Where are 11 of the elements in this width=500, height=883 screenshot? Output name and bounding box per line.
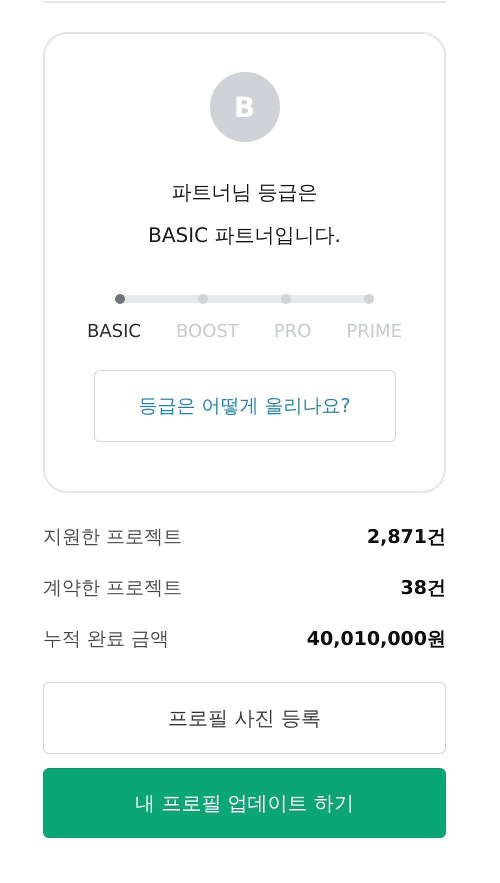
stat-label: 계약한 프로젝트 xyxy=(43,576,182,601)
grade-label: BASIC xyxy=(87,321,141,342)
stat-label: 누적 완료 금액 xyxy=(43,627,170,652)
update-profile-button[interactable]: 내 프로필 업데이트 하기 xyxy=(43,768,446,838)
grade-title: 파트너님 등급은 BASIC 파트너입니다. xyxy=(147,179,342,249)
stat-value: 2,871건 xyxy=(366,525,446,550)
grade-help-button[interactable]: 등급은 어떻게 올리나요? xyxy=(94,370,396,442)
stat-value: 38건 xyxy=(400,576,446,601)
profile-photo-button[interactable]: 프로필 사진 등록 xyxy=(43,682,446,754)
stat-label: 지원한 프로젝트 xyxy=(43,525,182,550)
stat-value: 40,010,000원 xyxy=(306,627,446,652)
